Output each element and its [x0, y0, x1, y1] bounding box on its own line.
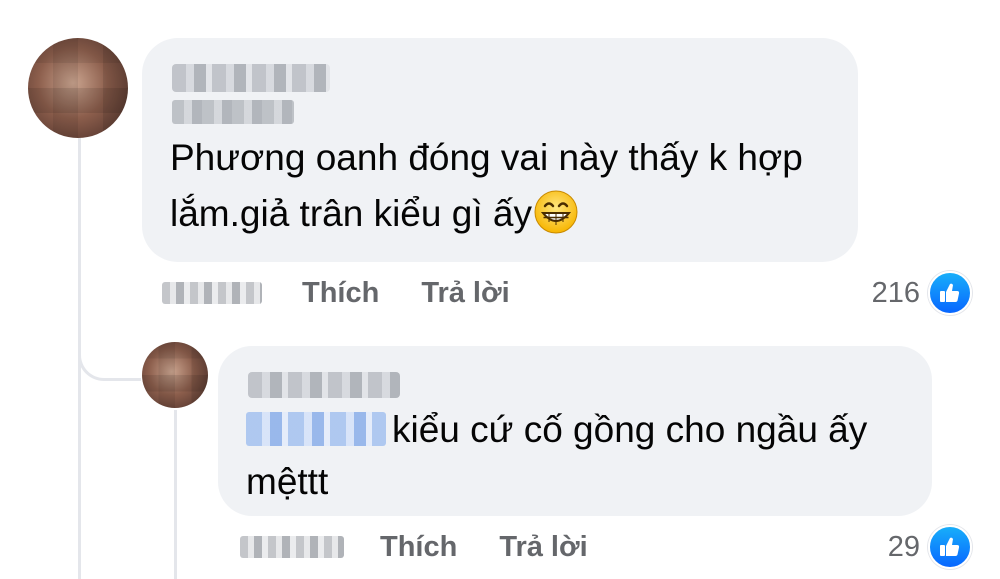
reply-author-name[interactable]: [248, 372, 400, 398]
avatar[interactable]: [28, 38, 128, 138]
reply-text-line-1-text: kiểu cứ cố gồng cho ngầu ấy: [392, 409, 868, 450]
like-icon: [928, 271, 972, 315]
reply-bubble: kiểu cứ cố gồng cho ngầu ấy mệttt: [218, 346, 932, 516]
grinning-face-icon: [534, 190, 578, 234]
comment-timestamp[interactable]: [162, 282, 262, 304]
thread-line-branch: [78, 330, 141, 381]
reply-reply-button[interactable]: Trả lời: [499, 531, 587, 564]
thumbs-up-icon: [940, 283, 960, 302]
reply-avatar[interactable]: [142, 342, 208, 408]
reply-thread-line: [174, 410, 177, 579]
reply-text-line-2: mệttt: [246, 461, 329, 502]
reply-reactions[interactable]: 29: [888, 524, 972, 570]
reply-text-line-1: kiểu cứ cố gồng cho ngầu ấy: [246, 404, 926, 456]
reply-button[interactable]: Trả lời: [421, 277, 509, 310]
reply-like-button[interactable]: Thích: [380, 531, 457, 564]
comment-bubble: Phương oanh đóng vai này thấy k hợp lắm.…: [142, 38, 858, 262]
mentioned-user-tag[interactable]: [246, 412, 386, 446]
comment-text-line-2-text: lắm.giả trân kiểu gì ấy: [170, 193, 532, 234]
comment-author-badge: [172, 100, 294, 124]
comment-author-name[interactable]: [172, 64, 330, 92]
reply-timestamp[interactable]: [240, 536, 344, 558]
reply-text: kiểu cứ cố gồng cho ngầu ấy mệttt: [246, 404, 926, 508]
reply-actions: Thích Trả lời: [240, 526, 588, 568]
comment-text-line-2: lắm.giả trân kiểu gì ấy: [170, 186, 850, 242]
like-icon: [928, 525, 972, 569]
reply-reaction-count: 29: [887, 530, 920, 563]
comment-text: Phương oanh đóng vai này thấy k hợp lắm.…: [170, 130, 850, 242]
comment-actions: Thích Trả lời: [162, 272, 510, 314]
thumbs-up-icon: [940, 537, 960, 556]
comment-reactions[interactable]: 216: [872, 270, 972, 316]
like-button[interactable]: Thích: [302, 277, 379, 310]
comment-text-line-1: Phương oanh đóng vai này thấy k hợp: [170, 137, 803, 178]
reaction-count: 216: [871, 276, 920, 309]
